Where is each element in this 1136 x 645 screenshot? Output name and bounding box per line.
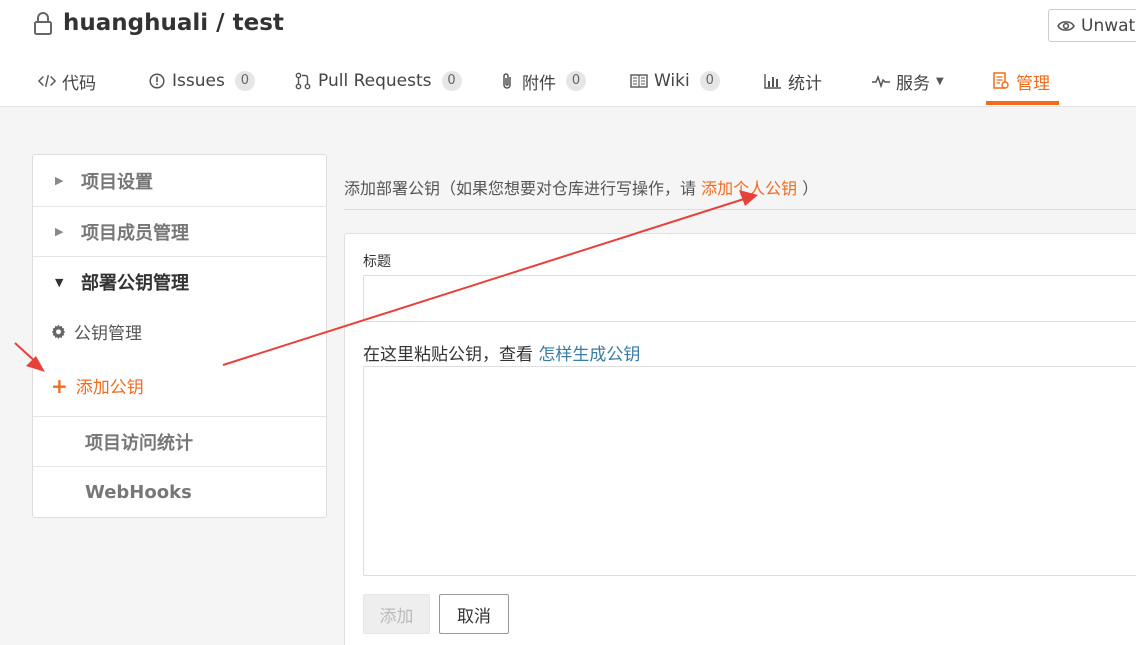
sidebar-item-label: 部署公钥管理 bbox=[81, 273, 189, 294]
unwatch-button[interactable]: Unwatch bbox=[1048, 9, 1136, 42]
cancel-button[interactable]: 取消 bbox=[439, 594, 509, 634]
tab-admin[interactable]: 管理 bbox=[992, 56, 1050, 106]
tab-label: 服务 bbox=[896, 73, 930, 94]
admin-icon bbox=[992, 72, 1010, 90]
tab-services[interactable]: 服务 ▼ bbox=[872, 56, 944, 106]
public-key-textarea[interactable] bbox=[363, 366, 1136, 576]
sidebar-item-project-settings[interactable]: ▶ 项目设置 bbox=[33, 155, 326, 206]
gear-icon bbox=[51, 324, 66, 339]
eye-icon bbox=[1057, 20, 1075, 31]
title-input[interactable] bbox=[363, 275, 1136, 322]
sidebar-item-label: WebHooks bbox=[85, 481, 192, 503]
sidebar-item-label: 项目设置 bbox=[81, 171, 153, 193]
issue-icon bbox=[148, 72, 166, 90]
sidebar-item-webhooks[interactable]: WebHooks bbox=[33, 467, 326, 517]
page-heading: 添加部署公钥（如果您想要对仓库进行写操作，请 添加个人公钥 ） bbox=[344, 175, 818, 199]
unwatch-label: Unwatch bbox=[1081, 15, 1136, 36]
sidebar-subitem-label: 添加公钥 bbox=[75, 378, 144, 398]
how-to-generate-key-link[interactable]: 怎样生成公钥 bbox=[538, 345, 640, 365]
tab-pull-requests[interactable]: Pull Requests 0 bbox=[294, 56, 462, 106]
tab-label: 代码 bbox=[62, 73, 96, 94]
repo-separator: / bbox=[216, 10, 225, 36]
sidebar-item-access-stats[interactable]: 项目访问统计 bbox=[33, 417, 326, 467]
pulse-icon bbox=[872, 72, 890, 90]
repo-name[interactable]: test bbox=[233, 10, 284, 36]
pull-request-icon bbox=[294, 72, 312, 90]
sidebar-item-label: 项目成员管理 bbox=[81, 222, 189, 244]
chevron-down-icon: ▼ bbox=[936, 75, 944, 87]
sidebar-subitem-label: 公钥管理 bbox=[74, 324, 142, 344]
attachments-count-badge: 0 bbox=[566, 71, 586, 91]
sidebar-item-deploy-keys[interactable]: ▼ 部署公钥管理 bbox=[33, 257, 326, 307]
book-icon bbox=[630, 72, 648, 90]
code-icon bbox=[38, 72, 56, 90]
sidebar-subitem-add-key[interactable]: + 添加公钥 bbox=[51, 373, 144, 399]
tab-code[interactable]: 代码 bbox=[38, 56, 96, 106]
heading-suffix: ） bbox=[802, 179, 819, 198]
wiki-count-badge: 0 bbox=[699, 71, 720, 91]
tab-label: 统计 bbox=[788, 73, 822, 94]
tab-wiki[interactable]: Wiki 0 bbox=[630, 56, 720, 106]
tab-label: 管理 bbox=[1016, 73, 1050, 94]
pull-requests-count-badge: 0 bbox=[441, 71, 462, 91]
heading-text: 添加部署公钥（如果您想要对仓库进行写操作，请 bbox=[344, 179, 697, 198]
caret-right-icon: ▶ bbox=[55, 174, 64, 187]
tab-label: Issues bbox=[172, 71, 225, 91]
add-button[interactable]: 添加 bbox=[363, 594, 430, 634]
bar-chart-icon bbox=[764, 72, 782, 90]
title-label: 标题 bbox=[363, 254, 391, 270]
sidebar-subitem-key-management[interactable]: 公钥管理 bbox=[51, 319, 142, 344]
lock-icon bbox=[34, 12, 52, 35]
tab-issues[interactable]: Issues 0 bbox=[148, 56, 255, 106]
paperclip-icon bbox=[498, 72, 516, 90]
active-tab-indicator bbox=[986, 101, 1059, 105]
settings-sidebar: ▶ 项目设置 ▶ 项目成员管理 ▼ 部署公钥管理 公钥管理 + 添加公钥 项目访… bbox=[32, 154, 327, 518]
plus-icon: + bbox=[51, 373, 68, 398]
repo-header: huanghuali / test Unwatch 代码 Issues 0 bbox=[0, 0, 1136, 107]
key-label-text: 在这里粘贴公钥，查看 bbox=[363, 345, 533, 365]
caret-down-icon: ▼ bbox=[55, 275, 64, 289]
tab-label: 附件 bbox=[522, 73, 556, 94]
tab-label: Wiki bbox=[654, 71, 690, 91]
divider bbox=[344, 209, 1136, 210]
add-personal-key-link[interactable]: 添加个人公钥 bbox=[701, 179, 797, 198]
sidebar-item-members[interactable]: ▶ 项目成员管理 bbox=[33, 207, 326, 256]
issues-count-badge: 0 bbox=[234, 71, 255, 91]
repo-title: huanghuali / test bbox=[63, 10, 284, 36]
repo-owner[interactable]: huanghuali bbox=[63, 10, 208, 36]
tab-attachments[interactable]: 附件 0 bbox=[498, 56, 586, 106]
sidebar-item-label: 项目访问统计 bbox=[85, 433, 193, 454]
tab-stats[interactable]: 统计 bbox=[764, 56, 822, 106]
key-label: 在这里粘贴公钥，查看 怎样生成公钥 bbox=[363, 340, 640, 365]
repo-nav: 代码 Issues 0 Pull Requests 0 附件 0 Wiki 0 … bbox=[0, 56, 1136, 106]
caret-right-icon: ▶ bbox=[55, 225, 64, 238]
tab-label: Pull Requests bbox=[318, 71, 432, 91]
